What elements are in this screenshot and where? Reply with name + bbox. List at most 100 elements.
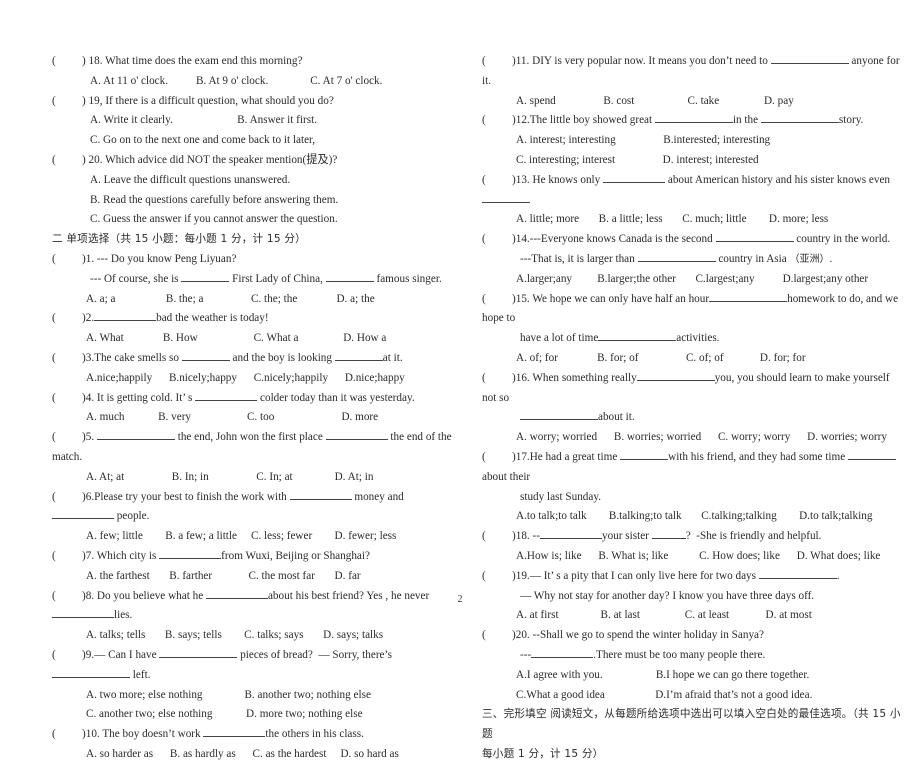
answer-bracket-1[interactable]: (: [52, 250, 82, 270]
fill-blank[interactable]: [325, 271, 374, 282]
option-line[interactable]: B. Read the questions carefully before a…: [90, 191, 452, 211]
option-line[interactable]: A. so harder as B. as hardly as C. as th…: [86, 745, 452, 765]
question-block-4: ()4. It is getting cold. It’ s colder to…: [52, 389, 452, 429]
option-line[interactable]: A. at first B. at last C. at least D. at…: [516, 606, 902, 626]
option-line[interactable]: C.What a good idea D.I’m afraid that’s n…: [516, 686, 902, 706]
answer-bracket-7[interactable]: (: [52, 547, 82, 567]
fill-blank[interactable]: [52, 667, 130, 678]
option-line[interactable]: C. interesting; interest D. interest; in…: [516, 151, 902, 171]
fill-blank[interactable]: [637, 251, 716, 262]
fill-blank[interactable]: [52, 509, 114, 520]
answer-bracket-3[interactable]: (: [52, 349, 82, 369]
bracket-close-19: ): [82, 94, 86, 107]
option-line[interactable]: A. Leave the difficult questions unanswe…: [90, 171, 452, 191]
question-continuation-16: about it.: [482, 408, 902, 428]
fill-blank[interactable]: [539, 529, 602, 540]
option-line[interactable]: C. another two; else nothing D. more two…: [86, 705, 452, 725]
question-stem-17: ()17.He had a great time with his friend…: [482, 448, 902, 488]
fill-blank[interactable]: [654, 113, 733, 124]
question-options-12-a: A. interest; interesting B.interested; i…: [482, 131, 902, 151]
question-stem-1: ()1. --- Do you know Peng Liyuan?: [52, 250, 452, 270]
answer-bracket-r18[interactable]: (: [482, 527, 512, 547]
answer-bracket-11[interactable]: (: [482, 52, 512, 72]
answer-bracket-9[interactable]: (: [52, 646, 82, 666]
fill-blank[interactable]: [760, 113, 839, 124]
answer-bracket-15[interactable]: (: [482, 290, 512, 310]
option-line[interactable]: A. much B. very C. too D. more: [86, 408, 452, 428]
fill-blank[interactable]: [325, 430, 388, 441]
fill-blank[interactable]: [289, 489, 352, 500]
fill-blank[interactable]: [636, 370, 715, 381]
answer-bracket-r20[interactable]: (: [482, 626, 512, 646]
option-line[interactable]: A. talks; tells B. says; tells C. talks;…: [86, 626, 452, 646]
fill-blank[interactable]: [709, 291, 788, 302]
option-line[interactable]: A. of; for B. for; of C. of; of D. for; …: [516, 349, 902, 369]
answer-bracket-18[interactable]: (: [52, 52, 82, 72]
fill-blank[interactable]: [203, 727, 266, 738]
fill-blank[interactable]: [159, 548, 222, 559]
answer-bracket-6[interactable]: (: [52, 488, 82, 508]
option-line[interactable]: C. Guess the answer if you cannot answer…: [90, 210, 452, 230]
fill-blank[interactable]: [598, 331, 677, 342]
fill-blank[interactable]: [195, 390, 258, 401]
fill-blank[interactable]: [651, 529, 686, 540]
option-line[interactable]: A. Write it clearly. B. Answer it first.: [90, 111, 452, 131]
answer-bracket-14[interactable]: (: [482, 230, 512, 250]
option-line[interactable]: A. What B. How C. What a D. How a: [86, 329, 452, 349]
answer-bracket-r19[interactable]: (: [482, 567, 512, 587]
question-block-14: ()14.---Everyone knows Canada is the sec…: [482, 230, 902, 289]
fill-blank[interactable]: [159, 647, 238, 658]
section-heading-cloze-line1: 三、完形填空 阅读短文，从每题所给选项中选出可以填入空白处的最佳选项。（共 15…: [482, 708, 901, 741]
option-line[interactable]: A. At 11 o' clock. B. At 9 o' clock. C. …: [90, 72, 452, 92]
question-block-18: () 18. What time does the exam end this …: [52, 52, 452, 92]
option-line[interactable]: A. spend B. cost C. take D. pay: [516, 92, 902, 112]
answer-bracket-16[interactable]: (: [482, 369, 512, 389]
question-block-11: ()11. DIY is very popular now. It means …: [482, 52, 902, 111]
answer-bracket-17[interactable]: (: [482, 448, 512, 468]
fill-blank[interactable]: [531, 647, 594, 658]
fill-blank[interactable]: [52, 608, 114, 619]
question-block-1: ()1. --- Do you know Peng Liyuan? --- Of…: [52, 250, 452, 309]
fill-blank[interactable]: [96, 430, 175, 441]
option-line[interactable]: A.I agree with you. B.I hope we can go t…: [516, 666, 902, 686]
fill-blank[interactable]: [94, 311, 157, 322]
option-line[interactable]: A. the farthest B. farther C. the most f…: [86, 567, 452, 587]
fill-blank[interactable]: [181, 271, 230, 282]
option-line[interactable]: A. two more; else nothing B. another two…: [86, 686, 452, 706]
answer-bracket-2[interactable]: (: [52, 309, 82, 329]
answer-bracket-20[interactable]: (: [52, 151, 82, 171]
option-line[interactable]: A.nice;happily B.nicely;happy C.nicely;h…: [86, 369, 452, 389]
answer-bracket-10[interactable]: (: [52, 725, 82, 745]
question-options-9-b: C. another two; else nothing D. more two…: [52, 705, 452, 725]
fill-blank[interactable]: [520, 410, 598, 421]
fill-blank[interactable]: [758, 568, 837, 579]
option-line[interactable]: A.How is; like B. What is; like C. How d…: [516, 547, 902, 567]
question-stem-r20: ()20. --Shall we go to spend the winter …: [482, 626, 902, 646]
fill-blank[interactable]: [715, 232, 794, 243]
fill-blank[interactable]: [770, 53, 849, 64]
fill-blank[interactable]: [603, 172, 666, 183]
option-line[interactable]: A. few; little B. a few; a little C. les…: [86, 527, 452, 547]
question-stem-19: () 19, If there is a difficult question,…: [52, 92, 452, 112]
question-number-10: 10.: [85, 728, 100, 741]
option-line[interactable]: A.larger;any B.larger;the other C.larges…: [516, 270, 902, 290]
answer-bracket-5[interactable]: (: [52, 428, 82, 448]
fill-blank[interactable]: [848, 449, 897, 460]
option-line[interactable]: A. a; a B. the; a C. the; the D. a; the: [86, 290, 452, 310]
fill-blank[interactable]: [334, 350, 383, 361]
option-line[interactable]: A. worry; worried B. worries; worried C.…: [516, 428, 902, 448]
answer-bracket-19[interactable]: (: [52, 92, 82, 112]
option-line[interactable]: A. little; more B. a little; less C. muc…: [516, 210, 902, 230]
question-block-7: ()7. Which city is from Wuxi, Beijing or…: [52, 547, 452, 587]
option-line[interactable]: A. interest; interesting B.interested; i…: [516, 131, 902, 151]
fill-blank[interactable]: [181, 350, 230, 361]
fill-blank[interactable]: [620, 449, 669, 460]
answer-bracket-13[interactable]: (: [482, 171, 512, 191]
fill-blank[interactable]: [482, 192, 530, 203]
option-line[interactable]: A. At; at B. In; in C. In; at D. At; in: [86, 468, 452, 488]
option-line[interactable]: C. Go on to the next one and come back t…: [90, 131, 452, 151]
right-column: ()11. DIY is very popular now. It means …: [482, 52, 902, 765]
answer-bracket-12[interactable]: (: [482, 111, 512, 131]
answer-bracket-4[interactable]: (: [52, 389, 82, 409]
option-line[interactable]: A.to talk;to talk B.talking;to talk C.ta…: [516, 507, 902, 527]
